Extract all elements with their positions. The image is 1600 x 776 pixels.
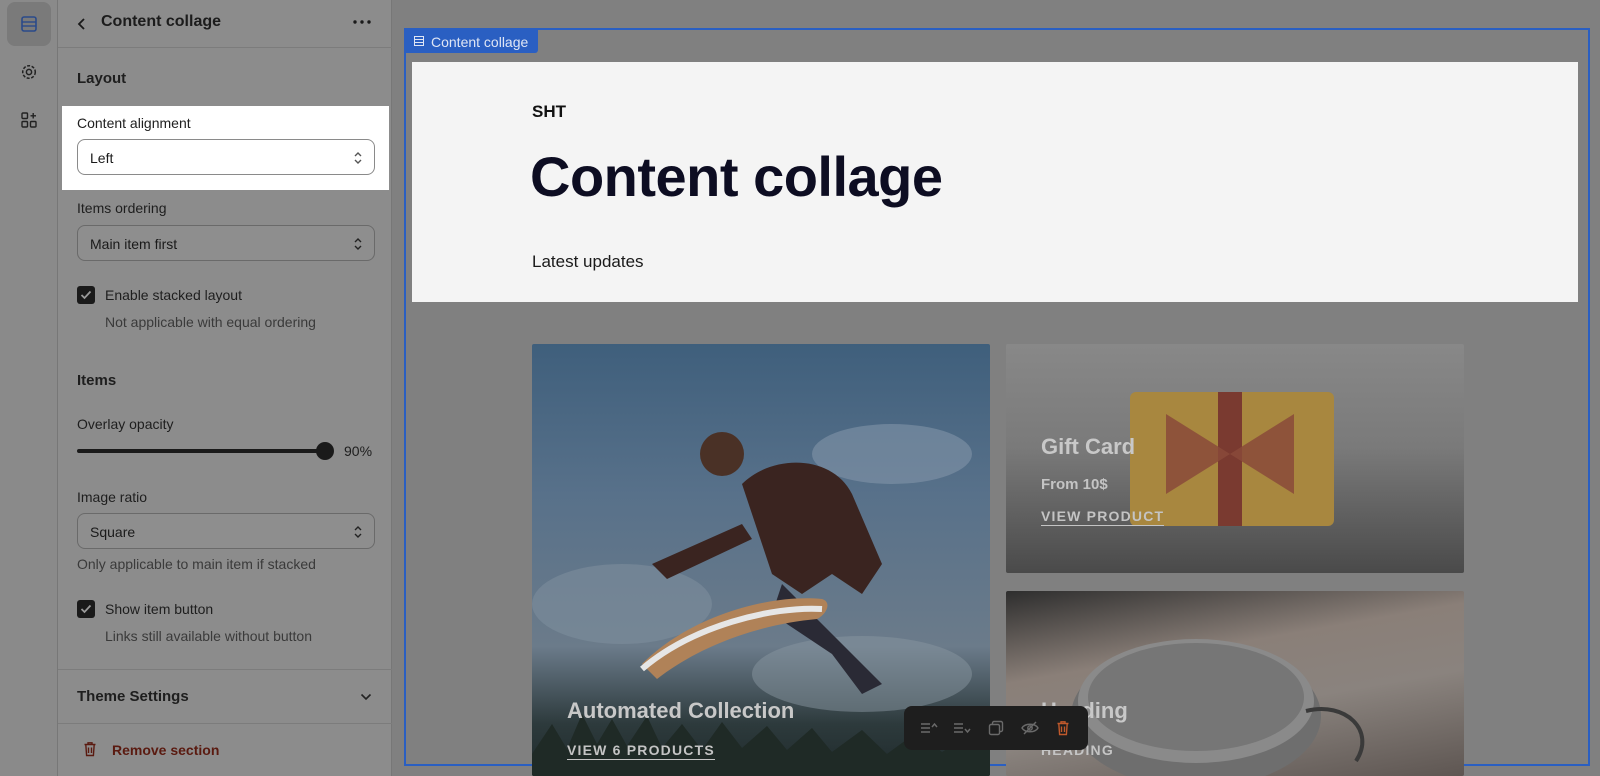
overlay-opacity-thumb[interactable] (316, 442, 334, 460)
items-ordering-select[interactable]: Main item first (77, 225, 375, 261)
hero-block[interactable]: SHT Content collage Latest updates (412, 62, 1578, 302)
hero-subtitle: Latest updates (532, 252, 644, 271)
image-ratio-label: Image ratio (77, 489, 148, 505)
content-alignment-label: Content alignment (77, 115, 191, 131)
show-item-button-help: Links still available without button (105, 628, 313, 644)
trash-icon (84, 742, 96, 757)
remove-section-button[interactable]: Remove section (58, 724, 392, 776)
stacked-layout-label: Enable stacked layout (105, 287, 242, 303)
section-tag-label: Content collage (431, 34, 529, 50)
stacked-layout-help: Not applicable with equal ordering (105, 314, 316, 330)
content-alignment-select[interactable]: Left (77, 139, 375, 175)
overlay-opacity-label: Overlay opacity (77, 416, 174, 432)
select-chevron-icon (354, 238, 362, 250)
layout-heading: Layout (77, 70, 127, 87)
items-heading: Items (77, 372, 117, 389)
theme-settings-row[interactable]: Theme Settings (58, 670, 392, 724)
back-arrow-icon[interactable] (72, 14, 92, 34)
panel-header: Content collage (58, 0, 392, 48)
select-chevron-icon (354, 526, 362, 538)
duplicate-icon[interactable] (982, 714, 1010, 742)
image-ratio-value: Square (90, 524, 136, 540)
image-ratio-select[interactable]: Square (77, 513, 375, 549)
more-options-icon[interactable] (350, 12, 374, 32)
select-chevron-icon (354, 152, 362, 164)
theme-settings-label: Theme Settings (77, 688, 189, 705)
image-ratio-help: Only applicable to main item if stacked (77, 556, 316, 572)
preview-canvas: Content collage SHT Content collage Late… (392, 0, 1600, 776)
hide-icon[interactable] (1016, 714, 1044, 742)
show-item-button-checkbox[interactable] (77, 600, 95, 618)
app-rail (0, 0, 58, 776)
show-item-button-label: Show item button (105, 601, 214, 617)
overlay-opacity-track[interactable] (77, 449, 327, 453)
hero-title: Content collage (530, 145, 943, 208)
gift-card-item[interactable]: Gift Card From 10$ VIEW PRODUCT (1006, 344, 1464, 573)
hero-eyebrow: SHT (532, 102, 566, 121)
block-toolbar (904, 706, 1088, 750)
gift-card-link[interactable]: VIEW PRODUCT (1041, 508, 1165, 526)
main-card-title: Automated Collection (567, 698, 795, 723)
content-alignment-value: Left (90, 150, 114, 166)
panel-title: Content collage (101, 13, 222, 30)
items-ordering-label: Items ordering (77, 200, 167, 216)
section-grid-icon (414, 36, 424, 46)
gear-icon[interactable] (7, 50, 51, 94)
section-tag[interactable]: Content collage (405, 29, 539, 53)
overlay-opacity-value: 90% (344, 443, 373, 459)
delete-icon[interactable] (1049, 714, 1077, 742)
move-up-icon[interactable] (915, 714, 943, 742)
remove-section-label: Remove section (112, 742, 220, 758)
content-alignment-field: Content alignment Left (62, 106, 389, 190)
stacked-layout-checkbox[interactable] (77, 286, 95, 304)
items-ordering-value: Main item first (90, 236, 178, 252)
sections-icon[interactable] (7, 2, 51, 46)
apps-icon[interactable] (7, 98, 51, 142)
main-card-link[interactable]: VIEW 6 PRODUCTS (567, 742, 715, 760)
chevron-down-icon (360, 693, 372, 701)
gift-card-price: From 10$ (1041, 476, 1108, 493)
gift-card-title: Gift Card (1041, 434, 1136, 459)
move-down-icon[interactable] (948, 714, 976, 742)
